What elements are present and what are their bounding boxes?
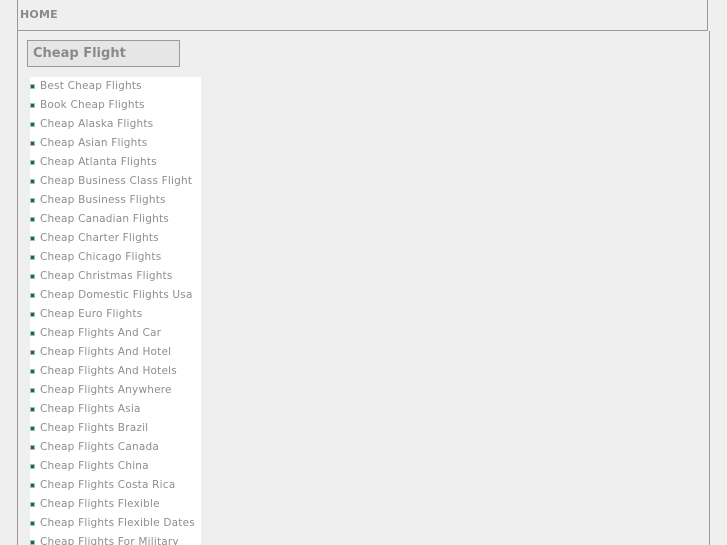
list-item: Cheap Business Flights bbox=[30, 191, 201, 210]
flight-link[interactable]: Cheap Flights Asia bbox=[40, 400, 141, 419]
bullet-icon bbox=[30, 293, 35, 298]
bullet-icon bbox=[30, 502, 35, 507]
list-item: Cheap Atlanta Flights bbox=[30, 153, 201, 172]
bullet-icon bbox=[30, 198, 35, 203]
flight-link[interactable]: Cheap Atlanta Flights bbox=[40, 153, 157, 172]
bullet-icon bbox=[30, 521, 35, 526]
bullet-icon bbox=[30, 141, 35, 146]
list-item: Cheap Domestic Flights Usa bbox=[30, 286, 201, 305]
bullet-icon bbox=[30, 369, 35, 374]
bullet-icon bbox=[30, 388, 35, 393]
flight-link[interactable]: Cheap Christmas Flights bbox=[40, 267, 173, 286]
list-item: Cheap Flights Brazil bbox=[30, 419, 201, 438]
bullet-icon bbox=[30, 122, 35, 127]
list-item: Cheap Business Class Flight bbox=[30, 172, 201, 191]
bullet-icon bbox=[30, 540, 35, 545]
list-item: Cheap Flights Flexible bbox=[30, 495, 201, 514]
flight-link[interactable]: Cheap Flights And Hotels bbox=[40, 362, 177, 381]
flight-link[interactable]: Cheap Flights And Car bbox=[40, 324, 161, 343]
list-item: Cheap Flights And Car bbox=[30, 324, 201, 343]
section-title-box: Cheap Flight bbox=[27, 40, 180, 67]
flight-link[interactable]: Cheap Flights Brazil bbox=[40, 419, 148, 438]
bullet-icon bbox=[30, 331, 35, 336]
flight-link[interactable]: Cheap Flights China bbox=[40, 457, 149, 476]
bullet-icon bbox=[30, 179, 35, 184]
bullet-icon bbox=[30, 445, 35, 450]
home-link[interactable]: HOME bbox=[20, 8, 58, 21]
bullet-icon bbox=[30, 464, 35, 469]
bullet-icon bbox=[30, 274, 35, 279]
page: HOME Cheap Flight Best Cheap Flights Book… bbox=[0, 0, 727, 545]
list-item: Cheap Flights And Hotels bbox=[30, 362, 201, 381]
list-item: Cheap Euro Flights bbox=[30, 305, 201, 324]
section-title: Cheap Flight bbox=[33, 46, 126, 61]
flight-link[interactable]: Cheap Chicago Flights bbox=[40, 248, 161, 267]
bullet-icon bbox=[30, 312, 35, 317]
flight-link[interactable]: Cheap Flights Costa Rica bbox=[40, 476, 175, 495]
flight-links-panel: Best Cheap Flights Book Cheap Flights Chea… bbox=[30, 77, 201, 545]
flight-link[interactable]: Cheap Business Class Flight bbox=[40, 172, 192, 191]
flight-link[interactable]: Cheap Domestic Flights Usa bbox=[40, 286, 193, 305]
flight-link[interactable]: Cheap Flights Flexible Dates bbox=[40, 514, 195, 533]
top-nav-bar: HOME bbox=[17, 0, 708, 31]
bullet-icon bbox=[30, 483, 35, 488]
list-item: Cheap Flights Asia bbox=[30, 400, 201, 419]
list-item: Cheap Canadian Flights bbox=[30, 210, 201, 229]
bullet-icon bbox=[30, 350, 35, 355]
flight-link[interactable]: Cheap Flights Canada bbox=[40, 438, 159, 457]
bullet-icon bbox=[30, 236, 35, 241]
list-item: Cheap Flights China bbox=[30, 457, 201, 476]
flight-links-list: Best Cheap Flights Book Cheap Flights Chea… bbox=[30, 77, 201, 545]
flight-link[interactable]: Cheap Euro Flights bbox=[40, 305, 142, 324]
list-item: Best Cheap Flights bbox=[30, 77, 201, 96]
flight-link[interactable]: Cheap Flights Flexible bbox=[40, 495, 160, 514]
bullet-icon bbox=[30, 407, 35, 412]
bullet-icon bbox=[30, 426, 35, 431]
flight-link[interactable]: Book Cheap Flights bbox=[40, 96, 145, 115]
list-item: Cheap Flights Anywhere bbox=[30, 381, 201, 400]
list-item: Cheap Alaska Flights bbox=[30, 115, 201, 134]
bullet-icon bbox=[30, 160, 35, 165]
flight-link[interactable]: Cheap Asian Flights bbox=[40, 134, 147, 153]
list-item: Cheap Chicago Flights bbox=[30, 248, 201, 267]
bullet-icon bbox=[30, 84, 35, 89]
flight-link[interactable]: Cheap Alaska Flights bbox=[40, 115, 153, 134]
flight-link[interactable]: Cheap Charter Flights bbox=[40, 229, 159, 248]
list-item: Cheap Asian Flights bbox=[30, 134, 201, 153]
list-item: Cheap Flights Costa Rica bbox=[30, 476, 201, 495]
bullet-icon bbox=[30, 217, 35, 222]
bullet-icon bbox=[30, 103, 35, 108]
bullet-icon bbox=[30, 255, 35, 260]
flight-link[interactable]: Cheap Flights Anywhere bbox=[40, 381, 172, 400]
list-item: Cheap Flights For Military bbox=[30, 533, 201, 545]
list-item: Cheap Charter Flights bbox=[30, 229, 201, 248]
list-item: Cheap Flights Canada bbox=[30, 438, 201, 457]
flight-link[interactable]: Cheap Business Flights bbox=[40, 191, 166, 210]
list-item: Cheap Flights Flexible Dates bbox=[30, 514, 201, 533]
flight-link[interactable]: Cheap Flights For Military bbox=[40, 533, 179, 545]
flight-link[interactable]: Best Cheap Flights bbox=[40, 77, 142, 96]
main-content: Cheap Flight Best Cheap Flights Book Chea… bbox=[17, 31, 710, 545]
list-item: Book Cheap Flights bbox=[30, 96, 201, 115]
flight-link[interactable]: Cheap Flights And Hotel bbox=[40, 343, 171, 362]
list-item: Cheap Christmas Flights bbox=[30, 267, 201, 286]
flight-link[interactable]: Cheap Canadian Flights bbox=[40, 210, 169, 229]
list-item: Cheap Flights And Hotel bbox=[30, 343, 201, 362]
